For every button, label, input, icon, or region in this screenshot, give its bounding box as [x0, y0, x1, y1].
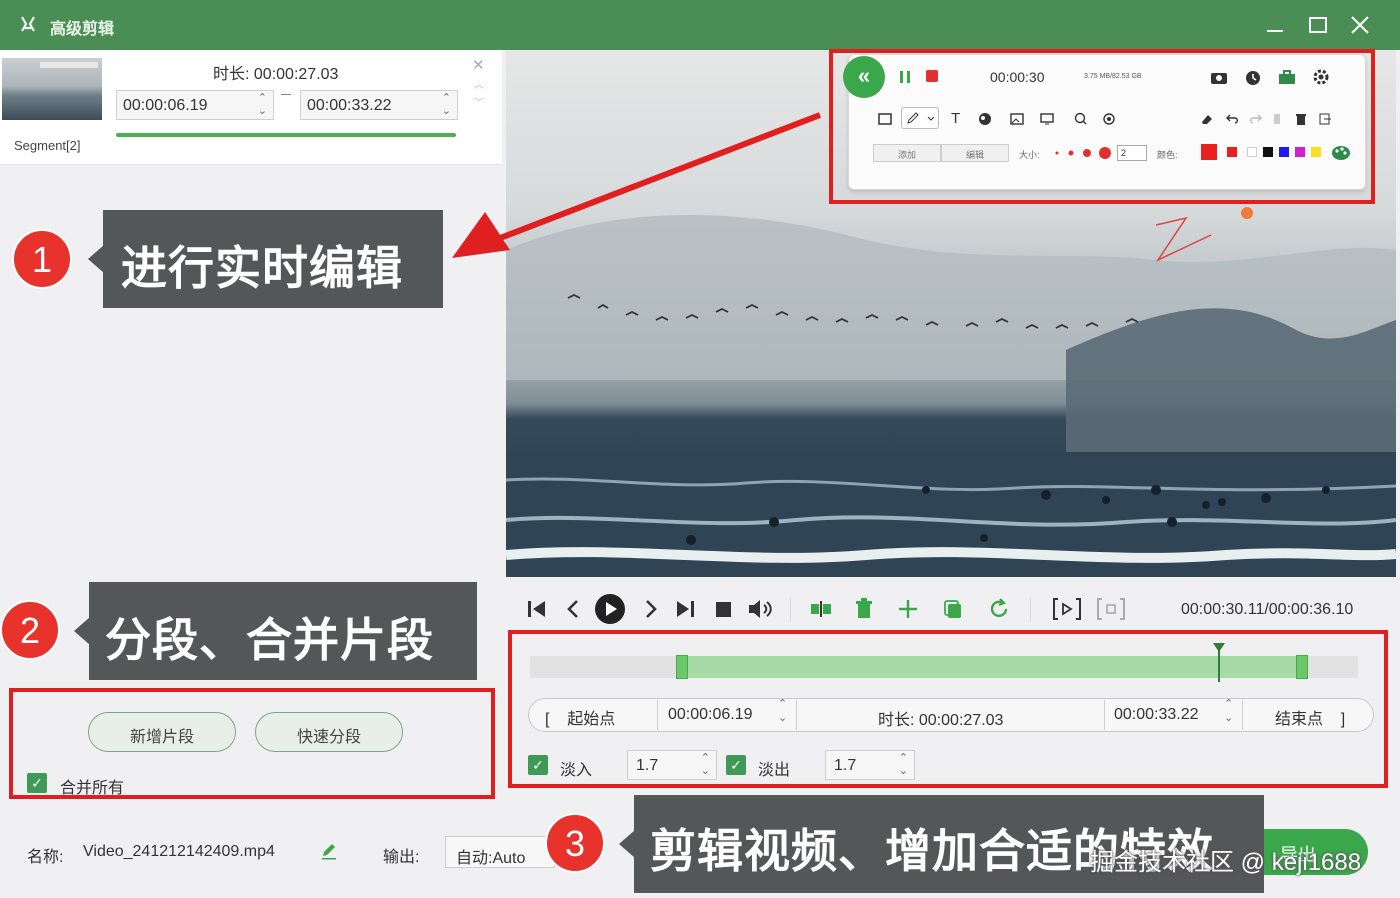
- title-bar: 高级剪辑: [0, 0, 1400, 50]
- play-button-icon[interactable]: [594, 593, 626, 625]
- volume-icon[interactable]: [746, 596, 776, 622]
- stepper-arrows-icon[interactable]: ⌃ ⌄: [258, 92, 267, 118]
- app-logo-icon: [21, 16, 35, 32]
- copy-icon[interactable]: [942, 596, 966, 622]
- toolbar-divider: [1030, 598, 1031, 622]
- output-select[interactable]: 自动:Auto: [445, 836, 555, 868]
- advanced-editor-window: 高级剪辑 Segment[2] 时长: 00:00:27.03 00:00:06…: [0, 0, 1400, 898]
- segment-start-field[interactable]: 00:00:06.19 ⌃ ⌄: [116, 90, 274, 120]
- toolbar-divider: [790, 598, 791, 622]
- highlight-frame-segment-actions: [9, 688, 495, 799]
- file-name: Video_241212142409.mp4: [83, 843, 275, 860]
- callout-2-text: 分段、合并片段: [89, 582, 477, 680]
- stop-icon[interactable]: [712, 596, 736, 622]
- watermark-text: 掘金技术社区 @ keji1688: [1090, 849, 1362, 876]
- callout-1-tail: [88, 245, 104, 273]
- remove-segment-icon[interactable]: ✕: [472, 56, 485, 74]
- previous-frame-icon[interactable]: [562, 596, 584, 622]
- minimize-icon[interactable]: [1260, 10, 1290, 40]
- segment-name: Segment[2]: [14, 138, 81, 153]
- segment-thumbnail: [2, 58, 102, 120]
- highlight-frame-timeline: [508, 630, 1388, 788]
- move-up-icon[interactable]: ︿: [474, 76, 484, 91]
- skip-to-end-icon[interactable]: [672, 596, 698, 622]
- segment-duration: 时长: 00:00:27.03: [213, 66, 339, 83]
- skip-to-start-icon[interactable]: [524, 596, 550, 622]
- segment-end-field[interactable]: 00:00:33.22 ⌃ ⌄: [300, 90, 458, 120]
- frame-select-icon[interactable]: [1096, 596, 1126, 622]
- red-arrow-icon: [452, 112, 822, 258]
- delete-icon[interactable]: [852, 596, 876, 622]
- maximize-icon[interactable]: [1303, 10, 1333, 40]
- split-icon[interactable]: [808, 596, 834, 622]
- callout-2-tail: [74, 617, 90, 645]
- callout-2-badge: 2: [0, 600, 60, 660]
- add-icon[interactable]: [896, 596, 920, 622]
- callout-3-badge: 3: [545, 813, 605, 873]
- reset-icon[interactable]: [986, 596, 1012, 622]
- callout-1-text: 进行实时编辑: [103, 210, 443, 308]
- callout-1-badge: 1: [12, 229, 72, 289]
- highlight-frame-toolbar: [829, 49, 1375, 204]
- window-title: 高级剪辑: [50, 21, 115, 38]
- play-selection-icon[interactable]: [1052, 596, 1082, 622]
- close-icon[interactable]: [1345, 10, 1375, 40]
- name-label: 名称:: [27, 849, 64, 866]
- output-label: 输出:: [383, 849, 420, 866]
- segment-progress-bar: [116, 133, 456, 137]
- next-frame-icon[interactable]: [640, 596, 662, 622]
- segment-card[interactable]: Segment[2] 时长: 00:00:27.03 00:00:06.19 ⌃…: [0, 50, 502, 165]
- range-dash: [281, 94, 291, 95]
- edit-name-icon[interactable]: [320, 842, 338, 860]
- playback-time: 00:00:30.11/00:00:36.10: [1181, 601, 1354, 618]
- callout-3-tail: [619, 830, 635, 858]
